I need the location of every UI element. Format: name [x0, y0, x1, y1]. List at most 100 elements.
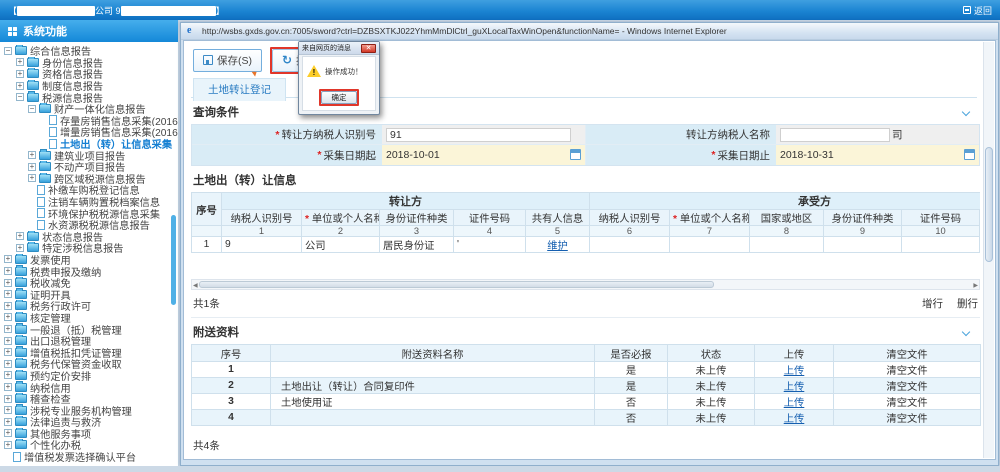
- column-header: 身份证件种类: [380, 210, 454, 226]
- sidebar-item[interactable]: +制度信息报告: [0, 80, 178, 92]
- scroll-right-arrow[interactable]: ▶: [973, 282, 978, 289]
- sidebar-item[interactable]: −税源信息报告: [0, 91, 178, 103]
- collapse-expander-icon[interactable]: −: [4, 47, 12, 55]
- sidebar-item[interactable]: +涉税专业服务机构管理: [0, 404, 178, 416]
- sidebar-item[interactable]: 补缴车购税登记信息: [0, 184, 178, 196]
- taxpayer-id-field[interactable]: 91: [382, 125, 585, 144]
- sidebar-item[interactable]: +特定涉税信息报告: [0, 242, 178, 254]
- window-title-bar[interactable]: e http://wsbs.gxds.gov.cn:7005/sword?ctr…: [181, 23, 998, 40]
- expand-expander-icon[interactable]: +: [4, 395, 12, 403]
- sidebar-item[interactable]: +增值税抵扣凭证管理: [0, 346, 178, 358]
- collapse-expander-icon[interactable]: −: [16, 93, 24, 101]
- sidebar-item[interactable]: −综合信息报告: [0, 45, 178, 57]
- sidebar-item[interactable]: +纳税信用: [0, 381, 178, 393]
- sidebar-item[interactable]: 增量房销售信息采集(2016): [0, 126, 178, 138]
- expand-expander-icon[interactable]: +: [4, 371, 12, 379]
- sidebar-item[interactable]: +出口退税管理: [0, 335, 178, 347]
- sidebar-item-label: 土地出（转）让信息采集: [60, 138, 172, 150]
- calendar-icon[interactable]: [964, 149, 975, 160]
- sidebar-item[interactable]: +税务代保管资金收取: [0, 358, 178, 370]
- vertical-scrollbar-thumb[interactable]: [985, 147, 993, 262]
- sidebar-item[interactable]: +法律追责与救济: [0, 416, 178, 428]
- sidebar-item[interactable]: +身份信息报告: [0, 57, 178, 69]
- clear-file-button[interactable]: 清空文件: [886, 398, 927, 409]
- horizontal-scrollbar[interactable]: ◀ ▶: [191, 279, 980, 290]
- collapse-chevron-icon[interactable]: [962, 108, 970, 116]
- close-icon[interactable]: ✕: [361, 44, 376, 53]
- expand-expander-icon[interactable]: +: [4, 360, 12, 368]
- expand-expander-icon[interactable]: +: [28, 151, 36, 159]
- clear-file-button[interactable]: 清空文件: [886, 414, 927, 425]
- document-icon: [49, 127, 57, 137]
- sidebar-item[interactable]: +税收减免: [0, 277, 178, 289]
- upload-link[interactable]: 上传: [784, 366, 805, 377]
- collect-date-to-field[interactable]: 2018-10-31: [776, 145, 979, 165]
- sidebar-item[interactable]: +稽查检查: [0, 393, 178, 405]
- sidebar-item[interactable]: +个性化办税: [0, 439, 178, 451]
- add-row-button[interactable]: 增行: [922, 296, 943, 311]
- expand-expander-icon[interactable]: +: [28, 174, 36, 182]
- expand-expander-icon[interactable]: +: [16, 70, 24, 78]
- collect-date-from-field[interactable]: 2018-10-01: [382, 145, 585, 165]
- sidebar-item[interactable]: +建筑业项目报告: [0, 149, 178, 161]
- sidebar-item[interactable]: +一般退（抵）税管理: [0, 323, 178, 335]
- sidebar-item[interactable]: +状态信息报告: [0, 231, 178, 243]
- ok-button[interactable]: 确定: [321, 91, 357, 104]
- sidebar-item[interactable]: +发票使用: [0, 254, 178, 266]
- sidebar-item[interactable]: +预约定价安排: [0, 370, 178, 382]
- sidebar-item[interactable]: 环境保护税税源信息采集: [0, 207, 178, 219]
- sidebar-item[interactable]: +核定管理: [0, 312, 178, 324]
- sidebar-item[interactable]: +税务行政许可: [0, 300, 178, 312]
- sidebar-item[interactable]: 存量房销售信息采集(2016): [0, 115, 178, 127]
- sidebar-item[interactable]: +资格信息报告: [0, 68, 178, 80]
- expand-expander-icon[interactable]: +: [4, 325, 12, 333]
- maintain-link[interactable]: 维护: [547, 241, 568, 252]
- scroll-left-arrow[interactable]: ◀: [193, 282, 198, 289]
- expand-expander-icon[interactable]: +: [4, 441, 12, 449]
- expand-expander-icon[interactable]: +: [4, 348, 12, 356]
- horizontal-scrollbar-thumb[interactable]: [199, 281, 714, 288]
- expand-expander-icon[interactable]: +: [16, 58, 24, 66]
- collapse-chevron-icon[interactable]: [962, 328, 970, 336]
- sidebar-item[interactable]: +不动产项目报告: [0, 161, 178, 173]
- calendar-icon[interactable]: [570, 149, 581, 160]
- tab-land-transfer-registration[interactable]: 土地转让登记: [193, 78, 286, 101]
- expand-expander-icon[interactable]: +: [4, 313, 12, 321]
- expand-expander-icon[interactable]: +: [4, 267, 12, 275]
- sidebar-item[interactable]: 增值税发票选择确认平台: [0, 451, 178, 463]
- upload-link[interactable]: 上传: [784, 382, 805, 393]
- expand-expander-icon[interactable]: +: [16, 232, 24, 240]
- sidebar-item[interactable]: +证明开具: [0, 288, 178, 300]
- attachment-cell: 否: [595, 394, 668, 410]
- expand-expander-icon[interactable]: +: [28, 163, 36, 171]
- expand-expander-icon[interactable]: +: [4, 406, 12, 414]
- expand-expander-icon[interactable]: +: [4, 302, 12, 310]
- sidebar-item[interactable]: −财产一体化信息报告: [0, 103, 178, 115]
- sidebar-item[interactable]: 土地出（转）让信息采集: [0, 138, 178, 150]
- expand-expander-icon[interactable]: +: [4, 337, 12, 345]
- expand-expander-icon[interactable]: +: [4, 383, 12, 391]
- expand-expander-icon[interactable]: +: [4, 290, 12, 298]
- sidebar-item[interactable]: 注销车辆购置税档案信息: [0, 196, 178, 208]
- expand-expander-icon[interactable]: +: [4, 418, 12, 426]
- sidebar-scrollbar-thumb[interactable]: [171, 215, 176, 305]
- sidebar-item[interactable]: +跨区域税源信息报告: [0, 173, 178, 185]
- vertical-scrollbar[interactable]: [983, 42, 994, 458]
- upload-link[interactable]: 上传: [784, 398, 805, 409]
- upload-link[interactable]: 上传: [784, 414, 805, 425]
- clear-file-button[interactable]: 清空文件: [886, 382, 927, 393]
- collapse-expander-icon[interactable]: −: [28, 105, 36, 113]
- taxpayer-name-field[interactable]: 司: [776, 125, 979, 144]
- save-button[interactable]: 保存(S): [193, 49, 262, 72]
- back-button[interactable]: 返回: [963, 4, 992, 17]
- sidebar-item[interactable]: +税费申报及缴纳: [0, 265, 178, 277]
- sidebar-item[interactable]: 水资源税税源信息报告: [0, 219, 178, 231]
- expand-expander-icon[interactable]: +: [16, 82, 24, 90]
- delete-row-button[interactable]: 删行: [957, 296, 978, 311]
- sidebar-item[interactable]: +其他服务事项: [0, 428, 178, 440]
- expand-expander-icon[interactable]: +: [4, 255, 12, 263]
- clear-file-button[interactable]: 清空文件: [886, 366, 927, 377]
- expand-expander-icon[interactable]: +: [16, 244, 24, 252]
- expand-expander-icon[interactable]: +: [4, 279, 12, 287]
- expand-expander-icon[interactable]: +: [4, 429, 12, 437]
